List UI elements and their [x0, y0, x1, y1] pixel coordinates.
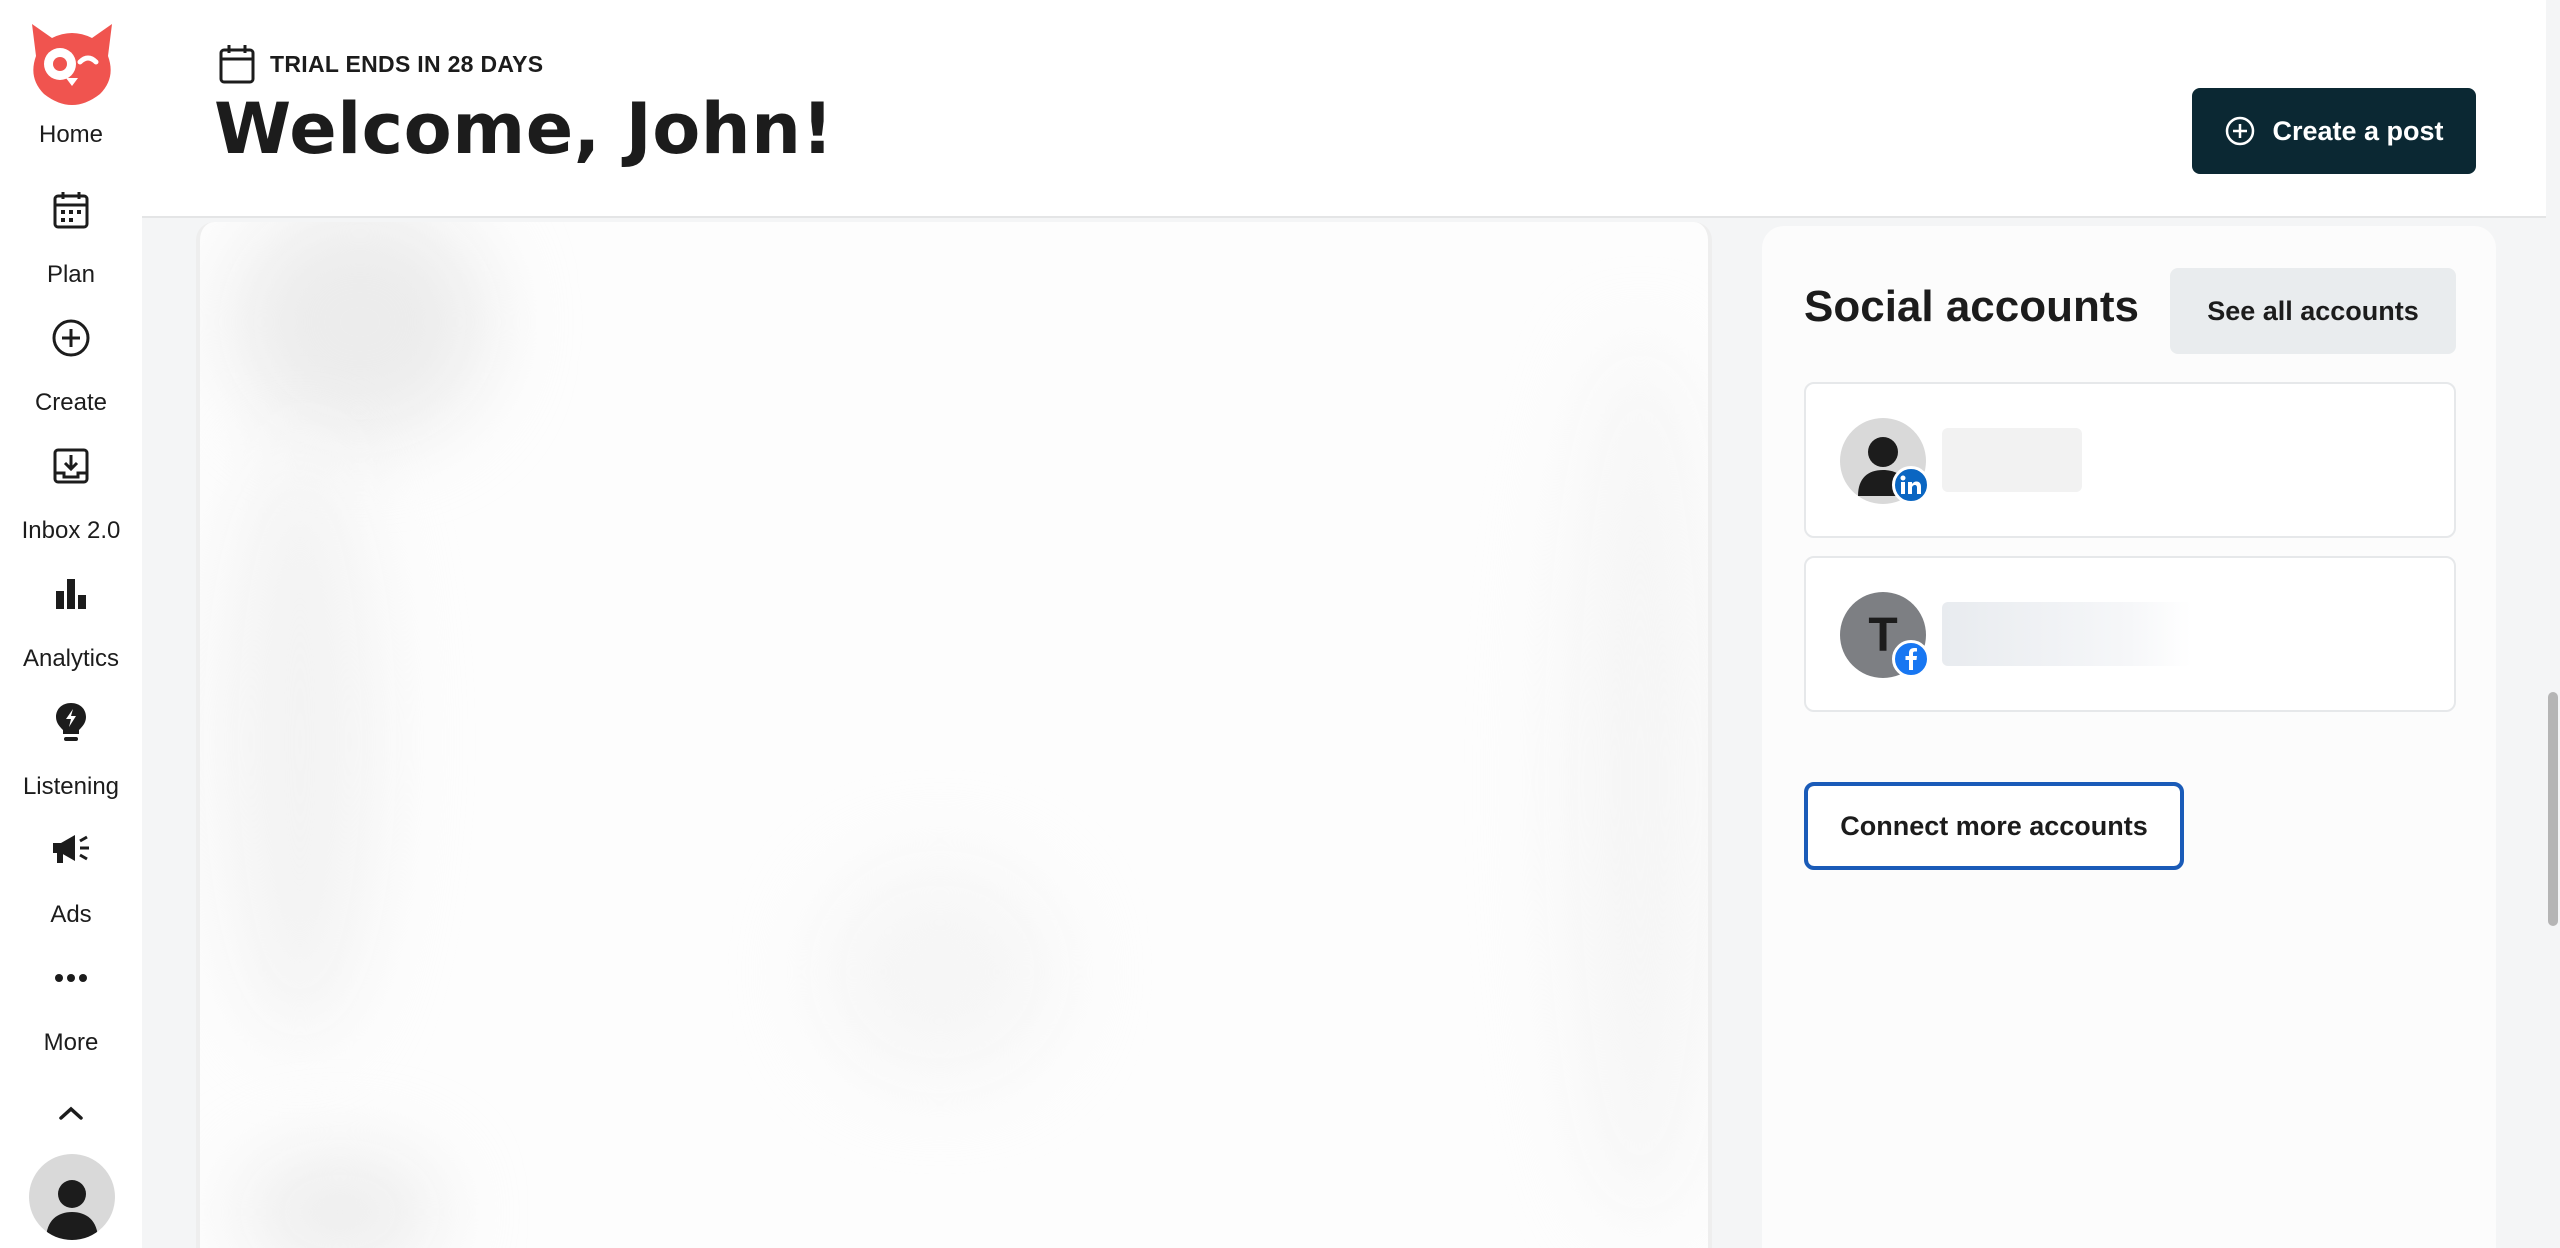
see-all-accounts-button[interactable]: See all accounts [2170, 268, 2456, 354]
sidebar: Home Plan Create Inbox 2.0 Analytics Lis… [0, 0, 142, 1248]
blur-shape [820, 862, 1060, 1082]
sidebar-item-label: Ads [50, 901, 92, 928]
sidebar-item-ads[interactable]: Ads [0, 830, 142, 950]
blur-shape [230, 222, 490, 442]
calendar-icon [51, 190, 91, 230]
linkedin-icon [1892, 466, 1930, 504]
sidebar-item-home[interactable]: Home [0, 0, 142, 148]
plus-circle-icon [51, 318, 91, 358]
create-post-button[interactable]: Create a post [2192, 88, 2476, 174]
sidebar-item-label: Inbox 2.0 [21, 517, 121, 544]
chevron-up-icon[interactable] [50, 1092, 92, 1134]
sidebar-item-label: Analytics [22, 645, 120, 672]
scrollbar-thumb[interactable] [2548, 692, 2558, 926]
sidebar-item-label: Plan [46, 261, 96, 288]
inbox-icon [51, 446, 91, 486]
account-name-blurred [1942, 602, 2192, 666]
social-accounts-title: Social accounts [1804, 282, 2140, 331]
lightbulb-icon [51, 702, 91, 742]
sidebar-item-label: More [43, 1029, 99, 1056]
sidebar-item-more[interactable]: More [0, 958, 142, 1078]
social-accounts-card: Social accounts See all accounts T Conne… [1762, 226, 2496, 1248]
sidebar-item-label: Listening [22, 773, 120, 800]
trial-text: TRIAL ENDS IN 28 DAYS [270, 50, 544, 77]
create-post-label: Create a post [2272, 115, 2444, 146]
person-icon [46, 1180, 98, 1240]
sidebar-item-label: Create [34, 389, 108, 416]
sidebar-item-plan[interactable]: Plan [0, 190, 142, 310]
page-header: TRIAL ENDS IN 28 DAYS Welcome, John! Cre… [142, 0, 2546, 218]
blur-shape [240, 1152, 440, 1248]
more-dots-icon [51, 958, 91, 998]
plus-circle-icon [2226, 116, 2255, 146]
sidebar-item-label: Home [38, 121, 104, 148]
calendar-icon [219, 45, 255, 84]
bar-chart-icon [51, 574, 91, 614]
scrollbar-track[interactable] [2546, 0, 2560, 1248]
sidebar-item-inbox[interactable]: Inbox 2.0 [0, 446, 142, 566]
account-name-blurred [1942, 428, 2082, 492]
sidebar-item-analytics[interactable]: Analytics [0, 574, 142, 694]
sidebar-item-create[interactable]: Create [0, 318, 142, 438]
blur-shape [1560, 342, 1708, 1222]
owl-logo-icon [32, 24, 112, 105]
social-account-row-facebook[interactable]: T [1804, 556, 2456, 712]
app-root: Home Plan Create Inbox 2.0 Analytics Lis… [0, 0, 2560, 1248]
content-panel-blurred [196, 222, 1712, 1248]
page-title: Welcome, John! [214, 88, 834, 170]
social-account-row-linkedin[interactable] [1804, 382, 2456, 538]
blur-shape [220, 442, 380, 1042]
connect-more-accounts-button[interactable]: Connect more accounts [1804, 782, 2184, 870]
trial-banner: TRIAL ENDS IN 28 DAYS [218, 42, 543, 86]
megaphone-icon [51, 830, 91, 870]
facebook-icon [1892, 640, 1930, 678]
user-avatar[interactable] [29, 1154, 115, 1240]
sidebar-item-listening[interactable]: Listening [0, 702, 142, 822]
